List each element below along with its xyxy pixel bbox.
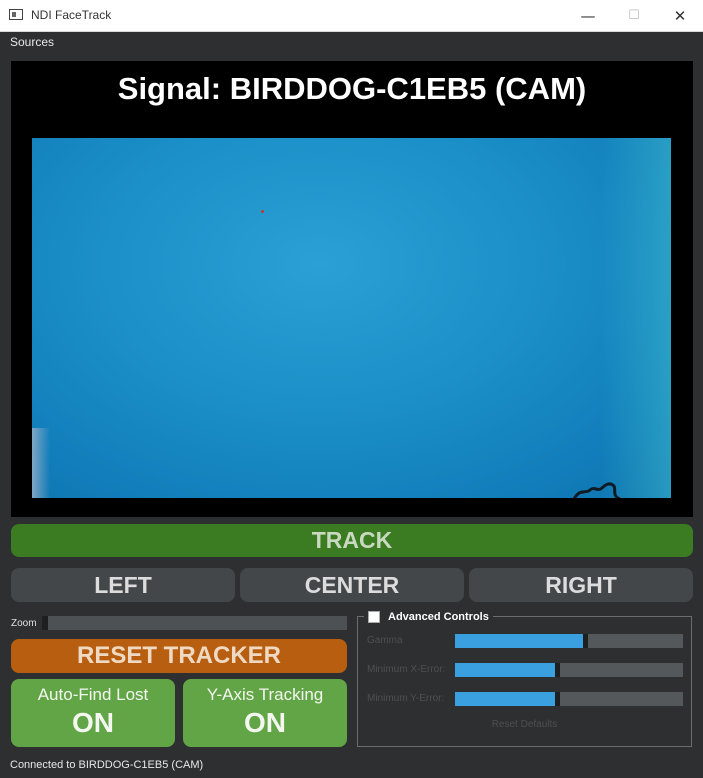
reset-defaults-button[interactable]: Reset Defaults [357,719,692,730]
gamma-slider-handle[interactable] [583,634,588,648]
auto-find-lost-toggle[interactable]: Auto-Find Lost ON [11,679,175,747]
track-button[interactable]: TRACK [11,524,693,557]
min-x-error-slider-fill [455,663,555,677]
y-axis-tracking-label: Y-Axis Tracking [206,685,324,704]
app-icon [9,9,23,20]
camera-preview[interactable] [32,138,671,498]
min-x-error-slider[interactable] [455,663,683,677]
min-y-error-slider-handle[interactable] [555,692,560,706]
zoom-label: Zoom [11,618,37,629]
gamma-slider[interactable] [455,634,683,648]
advanced-controls-checkbox[interactable] [368,611,380,623]
auto-find-lost-label: Auto-Find Lost [37,685,149,704]
close-button[interactable]: ✕ [657,0,703,31]
zoom-slider-handle[interactable] [42,616,48,630]
zoom-slider[interactable] [42,616,347,630]
min-x-error-label: Minimum X-Error: [367,664,446,675]
camera-edge-highlight [601,138,671,498]
gamma-label: Gamma [367,635,403,646]
right-button[interactable]: RIGHT [469,568,693,602]
min-y-error-label: Minimum Y-Error: [367,693,445,704]
minimize-button[interactable]: — [565,0,611,31]
reset-tracker-button[interactable]: RESET TRACKER [11,639,347,673]
advanced-controls-header: Advanced Controls [364,609,493,625]
title-bar: NDI FaceTrack — ☐ ✕ [0,0,703,32]
cable-object [572,482,621,498]
y-axis-tracking-state: ON [244,707,286,738]
video-panel: Signal: BIRDDOG-C1EB5 (CAM) [11,61,693,517]
y-axis-tracking-toggle[interactable]: Y-Axis Tracking ON [183,679,347,747]
menu-bar: Sources [0,32,703,54]
tracker-marker [261,210,264,213]
min-y-error-slider-fill [455,692,555,706]
min-y-error-slider[interactable] [455,692,683,706]
left-button[interactable]: LEFT [11,568,235,602]
status-bar-text: Connected to BIRDDOG-C1EB5 (CAM) [10,759,204,771]
advanced-controls-title: Advanced Controls [388,611,489,623]
maximize-button[interactable]: ☐ [611,0,657,31]
menu-sources[interactable]: Sources [10,35,54,49]
signal-title: Signal: BIRDDOG-C1EB5 (CAM) [117,71,587,106]
camera-edge-shadow [32,428,50,498]
window-title: NDI FaceTrack [31,8,112,22]
auto-find-lost-state: ON [72,707,114,738]
min-x-error-slider-handle[interactable] [555,663,560,677]
gamma-slider-fill [455,634,583,648]
center-button[interactable]: CENTER [240,568,464,602]
